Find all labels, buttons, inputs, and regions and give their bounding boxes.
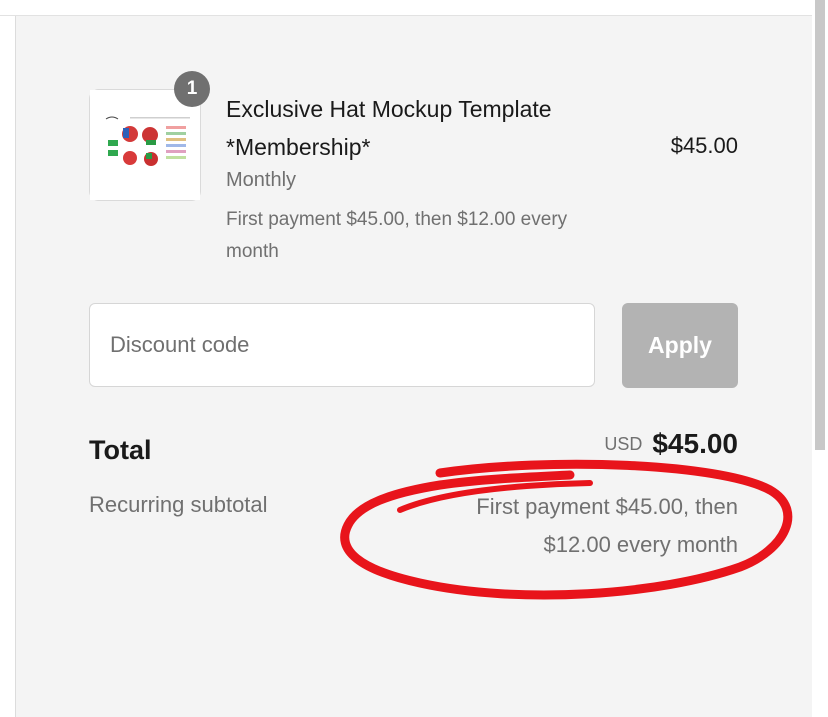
quantity-badge: 1 bbox=[174, 71, 210, 107]
product-variant: Monthly bbox=[226, 169, 297, 191]
discount-code-input[interactable] bbox=[89, 303, 595, 387]
total-label: Total bbox=[89, 435, 152, 465]
scrollbar-thumb[interactable] bbox=[815, 0, 825, 450]
total-value: USD $45.00 bbox=[604, 428, 738, 460]
currency-code: USD bbox=[604, 433, 643, 454]
hat-mockup-image bbox=[90, 90, 200, 200]
top-header-strip bbox=[0, 0, 812, 16]
product-thumbnail bbox=[89, 89, 201, 201]
apply-discount-button[interactable]: Apply bbox=[622, 303, 738, 388]
product-price: $45.00 bbox=[670, 133, 738, 158]
total-amount: $45.00 bbox=[652, 428, 738, 459]
recurring-subtotal-value: First payment $45.00, then $12.00 every … bbox=[476, 494, 738, 557]
product-title: Exclusive Hat Mockup Template *Membershi… bbox=[226, 96, 552, 160]
product-billing-note: First payment $45.00, then $12.00 every … bbox=[226, 209, 568, 262]
recurring-subtotal-label: Recurring subtotal bbox=[89, 492, 268, 517]
